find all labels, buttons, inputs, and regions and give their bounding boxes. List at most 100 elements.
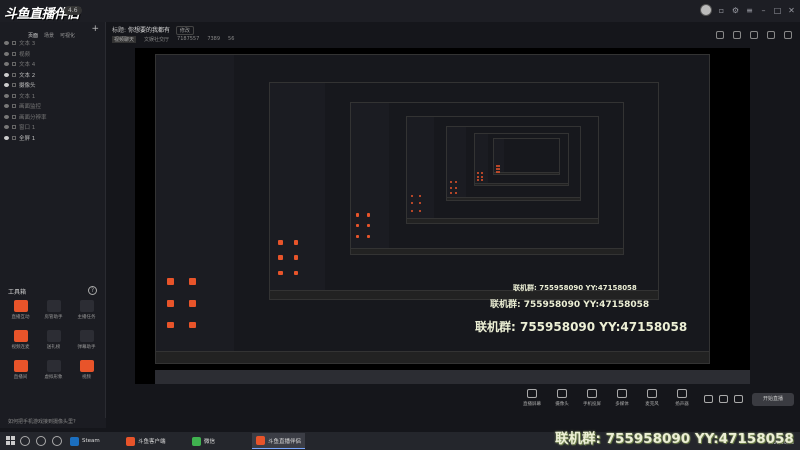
title-text: 你想要的我都有 [127,27,170,34]
taskbar-app[interactable]: Steam [66,433,104,449]
control-button[interactable]: 多媒体 [610,389,634,419]
lock-icon[interactable] [12,72,16,77]
tool-item[interactable]: 虚拟形象 [37,360,70,380]
control-label: 麦克风 [645,402,659,407]
control-icon [527,389,537,398]
tool-icon [13,330,28,342]
control-button[interactable]: 扬声器 [670,389,694,419]
nested-tool-icon [167,278,174,285]
lock-icon[interactable] [12,114,16,119]
eye-icon[interactable] [4,104,9,109]
taskbar-app[interactable]: 斗鱼客户端 [122,433,170,449]
lock-icon[interactable] [12,62,16,67]
menu-icon[interactable]: ≡ [745,6,754,15]
lock-icon[interactable] [12,104,16,109]
lock-icon[interactable] [12,125,16,130]
nested-tool-icon [293,255,299,261]
promo-tip[interactable]: 如何把手机游戏接到摄像头里? [0,418,106,428]
close-icon[interactable]: ✕ [787,6,796,15]
nested-watermark: 联机群: 755958090 YY:47158058 [475,320,688,334]
lock-icon[interactable] [12,93,16,98]
taskbar-app[interactable]: 微信 [188,433,219,449]
control-button[interactable]: 直播屏幕 [520,389,544,419]
tool-label: 房管助手 [44,315,63,320]
source-item[interactable]: 画面分辨率 [0,112,106,123]
home-icon[interactable] [767,31,775,39]
lock-icon[interactable] [12,135,16,140]
settings-icon[interactable] [734,395,743,403]
nested-tool-icon [189,278,196,285]
skin-icon[interactable]: ▫ [717,6,726,15]
maximize-icon[interactable]: □ [773,6,782,15]
control-button[interactable]: 手机投屏 [580,389,604,419]
share-icon[interactable] [784,31,792,39]
nested-tool-icon [476,175,479,178]
eye-icon[interactable] [4,72,9,77]
eye-icon[interactable] [4,93,9,98]
nested-sidebar [446,126,466,201]
eye-icon[interactable] [4,62,9,67]
control-icon [557,389,567,398]
app-icon [256,436,265,445]
title-bar: 斗鱼直播伴侣 4.6 ▫ ⚙ ≡ – □ ✕ [0,0,800,22]
toolbox-title: 工具箱 [8,289,27,296]
tool-item[interactable]: 视频连麦 [4,330,37,350]
tool-label: 虚拟形象 [44,375,63,380]
category-badge[interactable]: 视频聊天 [112,36,137,43]
windows-start-icon[interactable] [6,436,15,445]
tool-item[interactable]: 主播任务 [70,300,103,320]
control-button[interactable]: 摄像头 [550,389,574,419]
source-item[interactable]: 文本 4 [0,59,106,70]
eye-icon[interactable] [4,135,9,140]
tool-item[interactable]: 直播间 [4,360,37,380]
tool-item[interactable]: 送礼榜 [37,330,70,350]
source-item[interactable]: 视频 [0,49,106,60]
search-icon[interactable] [20,436,30,446]
eye-icon[interactable] [4,114,9,119]
lock-icon[interactable] [12,41,16,46]
sidebar: 页面 场景 可视化 + 文本 3 视频 文本 4 文本 2 摄像头 文本 1 画面监控 画面分… [0,22,106,418]
task-view-icon[interactable] [36,436,46,446]
nested-sidebar [270,83,325,300]
tool-item[interactable]: 视频 [70,360,103,380]
eye-icon[interactable] [4,125,9,130]
nested-tool-icon [449,186,452,189]
start-live-button[interactable]: 开始直播 [752,393,794,406]
eye-icon[interactable] [4,51,9,56]
extra-controls [704,395,743,403]
settings-icon[interactable]: ⚙ [731,6,740,15]
stream-preview[interactable]: 联机群: 755958090 YY:47158058 联机群: 755958090… [135,48,750,384]
title-prefix: 标题: [112,27,127,34]
lock-icon[interactable] [12,83,16,88]
record-icon[interactable] [704,395,713,403]
taskbar-app[interactable]: 斗鱼直播伴侣 [252,433,306,449]
add-source-icon[interactable]: + [91,24,99,34]
control-button[interactable]: 麦克风 [640,389,664,419]
tool-item[interactable]: 弹幕助手 [70,330,103,350]
source-item[interactable]: 窗口 1 [0,122,106,133]
browser-icon[interactable] [52,436,62,446]
source-item[interactable]: 文本 1 [0,91,106,102]
nested-tool-icon [167,299,174,307]
edit-title-button[interactable]: 修改 [175,26,194,35]
minimize-icon[interactable]: – [759,6,768,15]
control-label: 扬声器 [675,402,689,407]
lock-icon[interactable] [733,31,741,39]
source-item[interactable]: 画面监控 [0,101,106,112]
source-item[interactable]: 摄像头 [0,80,106,91]
help-icon[interactable]: ? [88,286,97,295]
header-icons [716,31,792,39]
layout-icon[interactable] [716,31,724,39]
lock-icon[interactable] [12,51,16,56]
eye-icon[interactable] [4,83,9,88]
tool-item[interactable]: 直播互动 [4,300,37,320]
eye-icon[interactable] [4,41,9,46]
copy-icon[interactable] [750,31,758,39]
clip-icon[interactable] [719,395,728,403]
source-item[interactable]: 文本 2 [0,70,106,81]
tool-item[interactable]: 房管助手 [37,300,70,320]
avatar[interactable] [700,4,712,16]
source-item[interactable]: 全屏 1 [0,133,106,144]
nested-sidebar [350,103,390,255]
source-item[interactable]: 文本 3 [0,38,106,49]
